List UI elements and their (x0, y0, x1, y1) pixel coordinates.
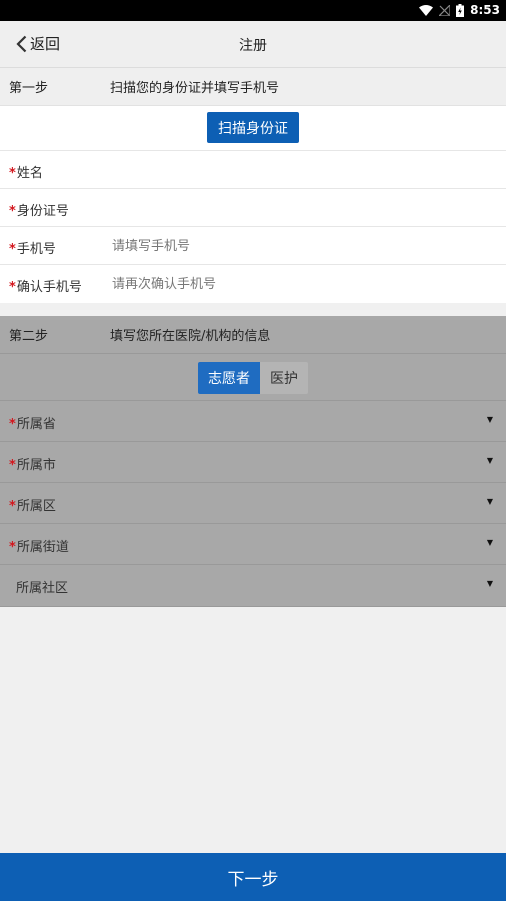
step1-desc: 扫描您的身份证并填写手机号 (110, 81, 280, 96)
no-signal-icon (439, 4, 451, 16)
confirm-phone-input[interactable] (112, 271, 492, 297)
scan-id-card-button[interactable]: 扫描身份证 (207, 112, 299, 143)
role-medical-option[interactable]: 医护 (260, 362, 308, 394)
step2-header: 第二步 填写您所在医院/机构的信息 (0, 316, 506, 354)
role-toggle: 志愿者 医护 (198, 362, 308, 394)
street-label-text: 所属街道 (16, 540, 69, 555)
role-volunteer-option[interactable]: 志愿者 (198, 362, 260, 394)
id-number-label-text: 身份证号 (16, 204, 69, 219)
community-select[interactable]: 所属社区 ▼ (0, 565, 506, 607)
id-number-row: *身份证号 (0, 189, 506, 227)
caret-down-icon: ▼ (486, 456, 493, 465)
confirm-phone-label: *确认手机号 (9, 276, 82, 295)
step2-desc: 填写您所在医院/机构的信息 (110, 329, 271, 344)
step1-label: 第一步 (9, 81, 49, 96)
name-row: *姓名 (0, 151, 506, 189)
district-label: *所属区 (9, 495, 56, 514)
community-label: 所属社区 (16, 581, 69, 596)
back-label: 返回 (30, 35, 61, 53)
id-number-input[interactable] (112, 195, 492, 221)
name-label-text: 姓名 (16, 166, 43, 181)
status-time: 8:53 (470, 3, 500, 17)
caret-down-icon: ▼ (486, 415, 493, 424)
status-bar: 8:53 (0, 0, 506, 21)
phone-label-text: 手机号 (16, 242, 56, 257)
street-label: *所属街道 (9, 536, 69, 555)
confirm-phone-label-text: 确认手机号 (16, 280, 82, 295)
required-mark: * (9, 166, 16, 181)
phone-label: *手机号 (9, 238, 56, 257)
city-select[interactable]: *所属市 ▼ (0, 442, 506, 483)
caret-down-icon: ▼ (486, 497, 493, 506)
caret-down-icon: ▼ (486, 538, 493, 547)
province-select[interactable]: *所属省 ▼ (0, 401, 506, 442)
scan-row: 扫描身份证 (0, 106, 506, 151)
wifi-icon (419, 4, 434, 16)
district-select[interactable]: *所属区 ▼ (0, 483, 506, 524)
chevron-left-icon (16, 35, 27, 52)
confirm-phone-row: *确认手机号 (0, 265, 506, 303)
role-toggle-row: 志愿者 医护 (0, 354, 506, 401)
required-mark: * (9, 540, 16, 555)
province-label-text: 所属省 (16, 417, 56, 432)
caret-down-icon: ▼ (486, 579, 493, 588)
district-label-text: 所属区 (16, 499, 56, 514)
id-number-label: *身份证号 (9, 200, 69, 219)
street-select[interactable]: *所属街道 ▼ (0, 524, 506, 565)
city-label-text: 所属市 (16, 458, 56, 473)
required-mark: * (9, 242, 16, 257)
required-mark: * (9, 417, 16, 432)
phone-row: *手机号 (0, 227, 506, 265)
nav-bar: 返回 注册 (0, 21, 506, 68)
province-label: *所属省 (9, 413, 56, 432)
required-mark: * (9, 204, 16, 219)
back-button[interactable]: 返回 (16, 33, 60, 54)
name-label: *姓名 (9, 162, 43, 181)
name-input[interactable] (112, 157, 492, 183)
step1-header: 第一步 扫描您的身份证并填写手机号 (0, 68, 506, 106)
page-title: 注册 (239, 38, 267, 54)
city-label: *所属市 (9, 454, 56, 473)
required-mark: * (9, 499, 16, 514)
phone-input[interactable] (112, 233, 492, 259)
battery-charging-icon (456, 3, 465, 17)
required-mark: * (9, 458, 16, 473)
step2-label: 第二步 (9, 329, 49, 344)
next-step-button[interactable]: 下一步 (0, 853, 506, 901)
required-mark: * (9, 280, 16, 295)
